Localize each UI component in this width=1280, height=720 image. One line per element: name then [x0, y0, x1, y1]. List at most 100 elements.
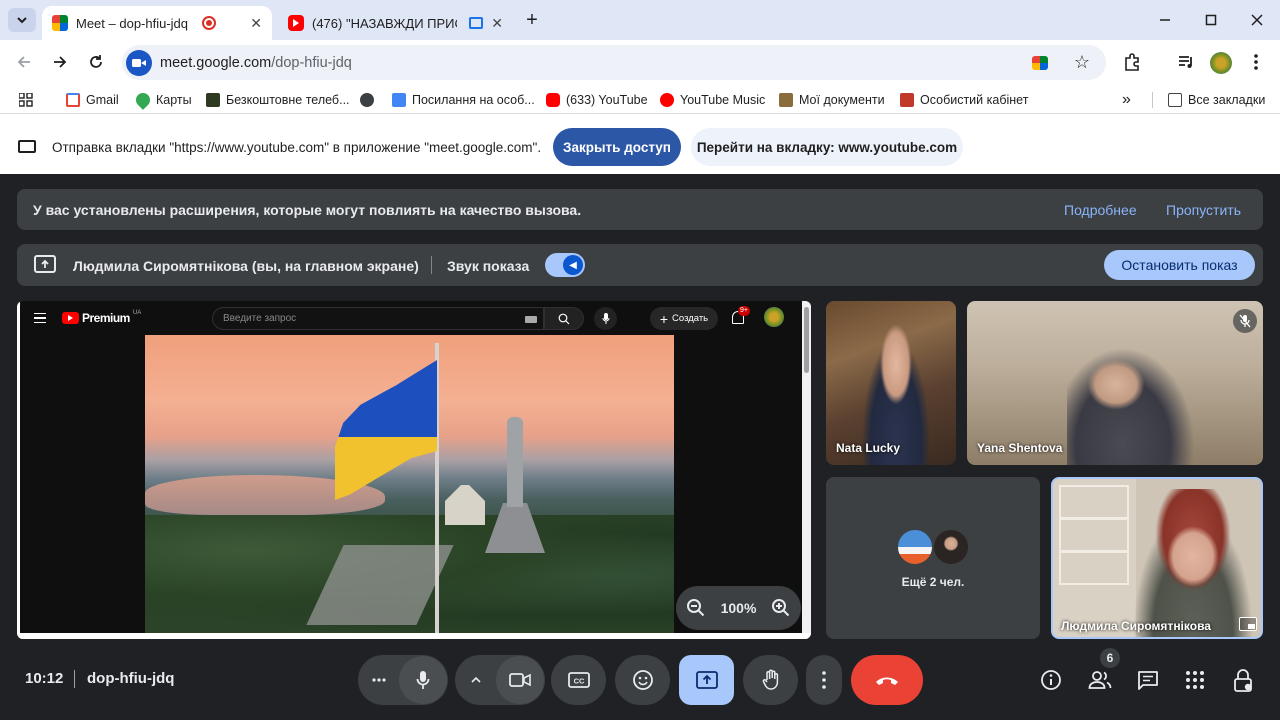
- new-tab-button[interactable]: +: [520, 8, 544, 32]
- participant-name: Nata Lucky: [836, 441, 901, 455]
- video-options-button[interactable]: [456, 655, 496, 705]
- bookmark-star-icon[interactable]: ☆: [1074, 52, 1090, 73]
- youtube-avatar[interactable]: [764, 307, 784, 327]
- emoji-icon: [632, 670, 653, 690]
- close-window-icon[interactable]: [1242, 8, 1272, 32]
- folder-icon: [1168, 93, 1182, 107]
- camera-control-group: [455, 655, 545, 705]
- bookmark-label: Особистий кабінет: [920, 93, 1029, 107]
- monument-statue: [507, 417, 523, 507]
- youtube-search-button[interactable]: [544, 307, 584, 330]
- bookmark-tv[interactable]: Безкоштовне телеб...: [206, 90, 350, 110]
- bookmark-label: Мої документи: [799, 93, 885, 107]
- present-button[interactable]: [679, 655, 734, 705]
- bookmarks-more-button[interactable]: »: [1122, 90, 1131, 110]
- minimize-icon[interactable]: [1150, 8, 1180, 32]
- forward-icon[interactable]: [48, 50, 72, 74]
- reload-icon[interactable]: [84, 50, 108, 74]
- captions-button[interactable]: CC: [551, 655, 606, 705]
- youtube-logo-region: UA: [132, 310, 142, 316]
- close-tab-icon[interactable]: ✕: [491, 15, 503, 32]
- meeting-info-button[interactable]: [1038, 667, 1064, 693]
- tab-meet[interactable]: Meet – dop-hfiu-jdq ✕: [42, 6, 272, 40]
- tab-youtube[interactable]: (476) "НАЗАВЖДИ ПРИСУТ ✕: [278, 6, 513, 40]
- pip-icon[interactable]: [1239, 617, 1257, 631]
- participant-tile-nata-lucky[interactable]: Nata Lucky: [826, 301, 956, 465]
- tab-title: (476) "НАЗАВЖДИ ПРИСУТ: [312, 15, 457, 31]
- skip-link[interactable]: Пропустить: [1166, 202, 1241, 218]
- microphone-icon: [416, 671, 430, 689]
- reactions-button[interactable]: [615, 655, 670, 705]
- youtube-create-button[interactable]: + Создать: [650, 307, 718, 330]
- back-icon[interactable]: [12, 50, 36, 74]
- recording-icon: [202, 16, 217, 30]
- audio-options-button[interactable]: [359, 655, 399, 705]
- bookmark-cabinet[interactable]: Особистий кабінет: [900, 90, 1028, 110]
- monument-base: [485, 503, 545, 553]
- media-controls-icon[interactable]: [1174, 50, 1198, 74]
- voice-search-button[interactable]: [594, 307, 617, 330]
- more-menu-icon[interactable]: [1246, 50, 1266, 74]
- participant-tile-yana-shentova[interactable]: Yana Shentova: [967, 301, 1263, 465]
- presentation-sound-label: Звук показа: [447, 258, 530, 274]
- more-options-button[interactable]: [806, 655, 842, 705]
- profile-avatar[interactable]: [1210, 52, 1232, 74]
- apps-grid-icon[interactable]: [18, 92, 34, 108]
- chevron-up-icon: [471, 676, 481, 683]
- shared-tab-tile: Premium UA Введите запрос + Создать 9+ 1…: [17, 301, 811, 639]
- go-to-tab-button[interactable]: Перейти на вкладку: www.youtube.com: [691, 128, 963, 166]
- people-button[interactable]: [1086, 667, 1114, 693]
- hamburger-menu-icon[interactable]: [34, 313, 46, 323]
- docs-icon: [392, 93, 406, 107]
- bookmark-maps[interactable]: Карты: [133, 90, 192, 110]
- present-screen-icon: [34, 255, 56, 273]
- youtube-search-input[interactable]: Введите запрос: [212, 307, 544, 330]
- stop-sharing-button[interactable]: Закрыть доступ: [553, 128, 681, 166]
- bookmark-links[interactable]: Посилання на особ...: [392, 90, 535, 110]
- meeting-code: dop-hfiu-jdq: [87, 670, 175, 687]
- site-info-icon[interactable]: [126, 49, 152, 76]
- tile-bottom-border: [17, 633, 811, 639]
- church: [445, 485, 485, 525]
- participant-tile-self[interactable]: Людмила Сиромятнікова: [1051, 477, 1263, 639]
- people-count-badge: 6: [1100, 648, 1120, 668]
- bookmark-youtube[interactable]: (633) YouTube: [546, 90, 648, 110]
- tab-casting-icon: [468, 17, 484, 29]
- meet-extension-icon[interactable]: [1031, 55, 1048, 70]
- close-tab-icon[interactable]: ✕: [250, 15, 262, 32]
- youtube-music-icon: [660, 93, 674, 107]
- extensions-warning-text: У вас установлены расширения, которые мо…: [33, 202, 582, 218]
- chat-button[interactable]: [1135, 667, 1161, 693]
- leave-call-button[interactable]: [851, 655, 923, 705]
- zoom-out-icon[interactable]: [686, 598, 706, 618]
- zoom-in-icon[interactable]: [771, 598, 791, 618]
- camera-button[interactable]: [496, 656, 544, 704]
- bookmark-label: Все закладки: [1188, 93, 1266, 107]
- search-icon: [558, 313, 570, 324]
- scrollbar-thumb[interactable]: [804, 307, 809, 373]
- bookmark-globe[interactable]: [360, 90, 374, 110]
- bookmark-documents[interactable]: Мої документи: [779, 90, 885, 110]
- host-controls-button[interactable]: [1231, 667, 1257, 695]
- keyboard-icon[interactable]: [525, 316, 537, 323]
- tab-search-button[interactable]: [8, 8, 36, 32]
- learn-more-link[interactable]: Подробнее: [1064, 202, 1137, 218]
- bookmark-gmail[interactable]: Gmail: [66, 90, 119, 110]
- youtube-icon: [546, 93, 560, 107]
- youtube-video[interactable]: [145, 335, 674, 633]
- activities-button[interactable]: [1182, 667, 1208, 693]
- others-tile[interactable]: Ещё 2 чел.: [826, 477, 1040, 639]
- microphone-button[interactable]: [399, 656, 447, 704]
- presentation-sound-toggle[interactable]: ◀: [545, 253, 585, 277]
- all-bookmarks[interactable]: Все закладки: [1168, 90, 1265, 110]
- participant-video: [1067, 331, 1207, 465]
- page-scrollbar[interactable]: [802, 301, 811, 633]
- raise-hand-button[interactable]: [743, 655, 798, 705]
- address-bar[interactable]: meet.google.com /dop-hfiu-jdq ☆: [122, 45, 1106, 80]
- maximize-icon[interactable]: [1196, 8, 1226, 32]
- extensions-icon[interactable]: [1120, 50, 1144, 74]
- url-path: /dop-hfiu-jdq: [271, 54, 352, 71]
- bookmark-youtube-music[interactable]: YouTube Music: [660, 90, 765, 110]
- stop-presenting-button[interactable]: Остановить показ: [1104, 250, 1255, 280]
- youtube-logo[interactable]: Premium UA: [62, 310, 142, 325]
